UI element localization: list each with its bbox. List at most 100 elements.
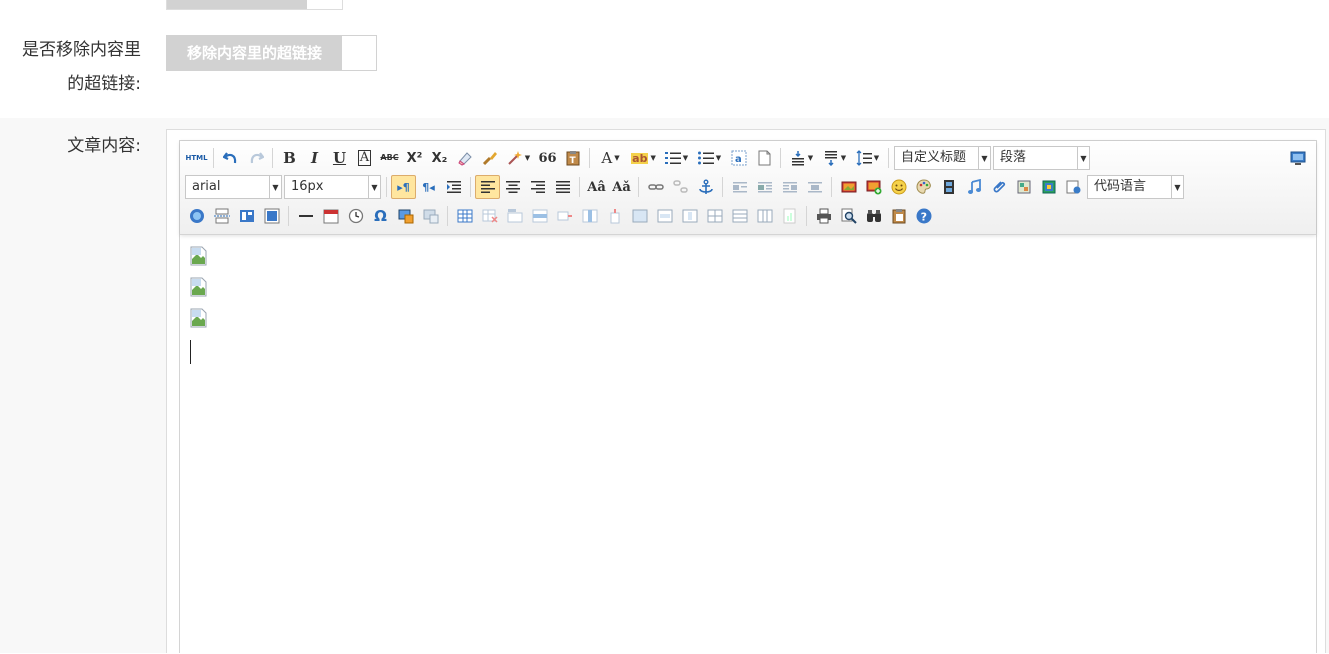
delete-table-button[interactable] — [477, 204, 502, 228]
emotion-button[interactable] — [886, 175, 911, 199]
split-to-rows-button[interactable] — [727, 204, 752, 228]
insert-video-button[interactable] — [936, 175, 961, 199]
word-image-button[interactable] — [418, 204, 443, 228]
gmap-button[interactable] — [1036, 175, 1061, 199]
to-uppercase-button[interactable]: Aâ — [584, 175, 609, 199]
row-spacing-bottom-button[interactable]: ▼ — [818, 146, 851, 170]
webapp-button[interactable] — [184, 204, 209, 228]
horizontal-rule-button[interactable] — [293, 204, 318, 228]
insert-frame-button[interactable] — [1061, 175, 1086, 199]
print-button[interactable] — [811, 204, 836, 228]
drafts-button[interactable] — [886, 204, 911, 228]
uppercase-icon: Aâ — [587, 179, 606, 195]
image-none-button[interactable] — [727, 175, 752, 199]
broken-image-icon[interactable] — [190, 308, 208, 328]
format-brush-button[interactable] — [477, 146, 502, 170]
italic-button[interactable]: I — [302, 146, 327, 170]
anchor-button[interactable] — [693, 175, 718, 199]
special-chars-button[interactable]: Ω — [368, 204, 393, 228]
eraser-button[interactable] — [452, 146, 477, 170]
merge-cells-button[interactable] — [627, 204, 652, 228]
backcolor-button[interactable]: ab ▼ — [627, 146, 660, 170]
line-height-button[interactable]: ▼ — [851, 146, 884, 170]
delete-col-button[interactable] — [602, 204, 627, 228]
insert-row-button[interactable] — [527, 204, 552, 228]
insert-col-button[interactable] — [577, 204, 602, 228]
to-lowercase-button[interactable]: Aǎ — [609, 175, 634, 199]
bold-button[interactable]: B — [277, 146, 302, 170]
justify-right-button[interactable] — [525, 175, 550, 199]
insert-table-button[interactable] — [452, 204, 477, 228]
snapscreen-button[interactable] — [393, 204, 418, 228]
paste-plain-button[interactable]: T — [560, 146, 585, 170]
help-button[interactable]: ? — [911, 204, 936, 228]
subscript-button[interactable]: X₂ — [427, 146, 452, 170]
font-family-select[interactable]: arial ▼ — [185, 175, 282, 199]
editor-content-area[interactable] — [180, 236, 1316, 654]
paragraph-select[interactable]: 段落 ▼ — [993, 146, 1090, 170]
image-left-button[interactable] — [752, 175, 777, 199]
background-button[interactable] — [259, 204, 284, 228]
justify-center-button[interactable] — [500, 175, 525, 199]
template-button[interactable] — [234, 204, 259, 228]
merge-right-button[interactable] — [652, 204, 677, 228]
chevron-down-icon: ▼ — [682, 153, 689, 162]
charts-button[interactable] — [777, 204, 802, 228]
chevron-down-icon: ▼ — [978, 147, 990, 169]
indent-button[interactable] — [441, 175, 466, 199]
unordered-list-button[interactable]: ▼ — [693, 146, 726, 170]
justify-full-button[interactable] — [550, 175, 575, 199]
forecolor-button[interactable]: A ▼ — [594, 146, 627, 170]
source-html-button[interactable]: HTML — [184, 146, 209, 170]
image-right-button[interactable] — [777, 175, 802, 199]
strikethrough-button[interactable]: ABC — [377, 146, 402, 170]
ordered-list-button[interactable]: ▼ — [660, 146, 693, 170]
font-border-button[interactable]: A — [352, 146, 377, 170]
rtl-direction-button[interactable]: ¶◂ — [416, 175, 441, 199]
clear-doc-button[interactable] — [751, 146, 776, 170]
music-button[interactable] — [961, 175, 986, 199]
split-to-cols-button[interactable] — [752, 204, 777, 228]
smiley-icon — [891, 179, 906, 195]
redo-button[interactable] — [243, 146, 268, 170]
insert-row-icon — [532, 209, 547, 223]
superscript-button[interactable]: X² — [402, 146, 427, 170]
palette-icon — [915, 179, 931, 194]
simple-upload-button[interactable] — [836, 175, 861, 199]
map-button[interactable] — [1011, 175, 1036, 199]
previous-field-stub[interactable] — [166, 0, 343, 10]
attachment-button[interactable] — [986, 175, 1011, 199]
film-icon — [943, 180, 954, 194]
select-all-button[interactable]: a — [726, 146, 751, 170]
row-spacing-top-button[interactable]: ▼ — [785, 146, 818, 170]
remove-links-switch[interactable]: 移除内容里的超链接 — [166, 35, 377, 71]
justify-left-button[interactable] — [475, 175, 500, 199]
blockquote-button[interactable]: 66 — [535, 146, 560, 170]
merge-down-button[interactable] — [677, 204, 702, 228]
code-language-select[interactable]: 代码语言 ▼ — [1087, 175, 1184, 199]
link-button[interactable] — [643, 175, 668, 199]
auto-typeset-button[interactable]: ▼ — [502, 146, 535, 170]
fullscreen-button[interactable] — [1288, 148, 1308, 168]
image-center-button[interactable] — [802, 175, 827, 199]
preview-button[interactable] — [836, 204, 861, 228]
insert-time-button[interactable] — [343, 204, 368, 228]
page-break-button[interactable] — [209, 204, 234, 228]
ltr-direction-button[interactable]: ▸¶ — [391, 175, 416, 199]
search-replace-button[interactable] — [861, 204, 886, 228]
undo-button[interactable] — [218, 146, 243, 170]
broken-image-icon[interactable] — [190, 277, 208, 297]
broken-image-icon[interactable] — [190, 246, 208, 266]
split-to-cells-button[interactable] — [702, 204, 727, 228]
rich-text-editor: HTML B I U A ABC X² X₂ ▼ 66 T A ▼ ab ▼ ▼ ▼… — [179, 140, 1317, 653]
delete-row-button[interactable] — [552, 204, 577, 228]
font-size-select[interactable]: 16px ▼ — [284, 175, 381, 199]
unlink-button[interactable] — [668, 175, 693, 199]
custom-style-select[interactable]: 自定义标题 ▼ — [894, 146, 991, 170]
insert-date-button[interactable] — [318, 204, 343, 228]
underline-button[interactable]: U — [327, 146, 352, 170]
horizontal-rule-icon — [298, 215, 313, 217]
scrawl-button[interactable] — [911, 175, 936, 199]
insert-image-button[interactable] — [861, 175, 886, 199]
insert-caption-button[interactable] — [502, 204, 527, 228]
